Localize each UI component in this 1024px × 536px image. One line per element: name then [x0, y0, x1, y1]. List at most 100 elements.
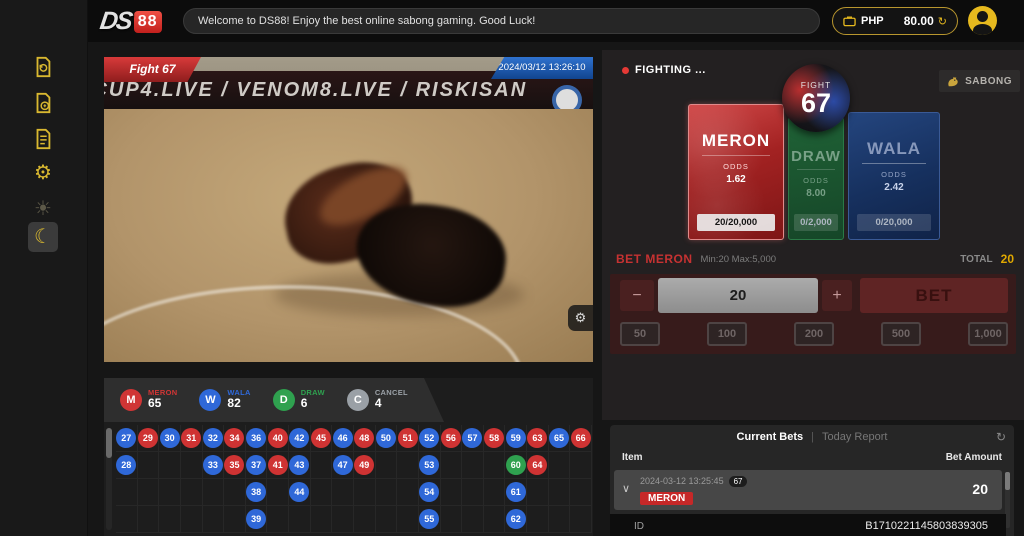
- result-cell: [527, 479, 549, 506]
- result-cell: [376, 452, 398, 479]
- result-cell: [441, 452, 463, 479]
- result-cell: 29: [138, 425, 160, 452]
- bet-side-label: BET MERON: [616, 252, 693, 266]
- quick-chip-100[interactable]: 100: [707, 322, 747, 346]
- result-circle-40: 40: [268, 428, 288, 448]
- result-circle-58: 58: [484, 428, 504, 448]
- result-cell: [224, 506, 246, 533]
- meron-bet-card[interactable]: MERON ODDS 1.62 20/20,000: [688, 104, 784, 240]
- result-cell: [159, 506, 181, 533]
- quick-chip-50[interactable]: 50: [620, 322, 660, 346]
- provider-badge[interactable]: SABONG: [939, 70, 1020, 92]
- result-cell: [484, 479, 506, 506]
- wala-letter-icon: W: [199, 389, 221, 411]
- sidebar: ⚙ ☀ ☾: [0, 0, 88, 536]
- results-scroll-thumb[interactable]: [106, 428, 112, 458]
- light-mode-icon[interactable]: ☀: [28, 194, 58, 224]
- refresh-balance-icon[interactable]: ↻: [938, 15, 947, 28]
- increase-amount-button[interactable]: +: [822, 280, 852, 311]
- avatar[interactable]: [968, 6, 997, 35]
- meron-letter-icon: M: [120, 389, 142, 411]
- decrease-amount-button[interactable]: −: [620, 280, 654, 311]
- result-cell: [549, 506, 571, 533]
- quick-chip-200[interactable]: 200: [794, 322, 834, 346]
- result-cell: [441, 479, 463, 506]
- bet-detail-row: ID B1710221145803839305: [610, 514, 1006, 536]
- wala-bet-card[interactable]: WALA ODDS 2.42 0/20,000: [848, 112, 940, 240]
- legend-item-cancel: CCANCEL4: [347, 389, 408, 411]
- bet-id-label: ID: [634, 521, 644, 532]
- topbar: DS 88 Welcome to DS88! Enjoy the best on…: [88, 0, 1024, 42]
- bet-records-icon[interactable]: [28, 88, 58, 118]
- result-cell: [159, 452, 181, 479]
- result-circle-56: 56: [441, 428, 461, 448]
- ds88-logo[interactable]: DS 88: [100, 7, 162, 36]
- game-history-icon[interactable]: [28, 52, 58, 82]
- result-circle-50: 50: [376, 428, 396, 448]
- fight-status: FIGHTING ...: [622, 64, 706, 76]
- fight-status-text: FIGHTING ...: [635, 64, 706, 76]
- col-bet-amount: Bet Amount: [946, 452, 1002, 463]
- draw-pool: 0/2,000: [794, 214, 838, 231]
- result-cell: [203, 479, 225, 506]
- result-cell: 46: [332, 425, 354, 452]
- tab-current-bets[interactable]: Current Bets: [737, 431, 804, 443]
- current-bets-panel: Current Bets | Today Report ↻ Item Bet A…: [610, 425, 1014, 536]
- chevron-down-icon[interactable]: ∨: [622, 482, 630, 495]
- meron-divider: [702, 155, 770, 156]
- draw-title: DRAW: [789, 148, 843, 165]
- stream-settings-button[interactable]: ⚙: [568, 305, 593, 331]
- bet-time: 2024-03-12 13:25:4567: [640, 476, 747, 487]
- result-cell: [203, 506, 225, 533]
- game-rules-icon[interactable]: [28, 124, 58, 154]
- quick-chip-1000[interactable]: 1,000: [968, 322, 1008, 346]
- results-scrollbar[interactable]: [106, 428, 112, 530]
- result-cell: [570, 479, 592, 506]
- result-cell: 64: [527, 452, 549, 479]
- fight-number: 67: [801, 90, 831, 117]
- bet-amount-input[interactable]: [658, 278, 818, 313]
- result-cell: 27: [116, 425, 138, 452]
- logo-88-text: 88: [134, 11, 162, 33]
- tab-today-report[interactable]: Today Report: [822, 431, 887, 443]
- result-cell: 57: [462, 425, 484, 452]
- draw-bet-card[interactable]: DRAW ODDS 8.00 0/2,000: [788, 117, 844, 240]
- result-circle-62: 62: [506, 509, 526, 529]
- draw-letter-icon: D: [273, 389, 295, 411]
- result-circle-51: 51: [398, 428, 418, 448]
- result-circle-66: 66: [571, 428, 591, 448]
- refresh-bets-icon[interactable]: ↻: [996, 430, 1006, 444]
- result-circle-64: 64: [527, 455, 547, 475]
- bets-tabs: Current Bets | Today Report: [610, 425, 1014, 449]
- result-cell: [159, 479, 181, 506]
- quick-chip-500[interactable]: 500: [881, 322, 921, 346]
- bet-button[interactable]: BET: [860, 278, 1008, 313]
- result-cell: 35: [224, 452, 246, 479]
- bet-row[interactable]: ∨ 2024-03-12 13:25:4567 MERON 20: [614, 470, 1002, 510]
- result-cell: [376, 479, 398, 506]
- result-cell: [181, 479, 203, 506]
- result-cell: 50: [376, 425, 398, 452]
- video-player[interactable]: UCUP4.LIVE / VENOM8.LIVE / RISKISAN Figh…: [104, 57, 593, 362]
- wallet-balance[interactable]: PHP 80.00 ↻: [832, 7, 958, 35]
- result-cell: 33: [203, 452, 225, 479]
- result-cell: [289, 506, 311, 533]
- bets-scroll-thumb[interactable]: [1005, 472, 1010, 490]
- result-cell: 28: [116, 452, 138, 479]
- draw-odds-label: ODDS: [789, 176, 843, 185]
- result-cell: 47: [332, 452, 354, 479]
- result-circle-55: 55: [419, 509, 439, 529]
- result-cell: [376, 506, 398, 533]
- result-cell: [527, 506, 549, 533]
- dark-mode-icon[interactable]: ☾: [28, 222, 58, 252]
- legend-item-wala: WWALA82: [199, 389, 250, 411]
- result-circle-38: 38: [246, 482, 266, 502]
- result-circle-33: 33: [203, 455, 223, 475]
- balance-value: 80.00: [904, 14, 934, 28]
- result-circle-53: 53: [419, 455, 439, 475]
- result-circle-45: 45: [311, 428, 331, 448]
- result-circle-47: 47: [333, 455, 353, 475]
- wala-odds-value: 2.42: [849, 182, 939, 193]
- result-circle-49: 49: [354, 455, 374, 475]
- settings-icon[interactable]: ⚙: [28, 158, 58, 188]
